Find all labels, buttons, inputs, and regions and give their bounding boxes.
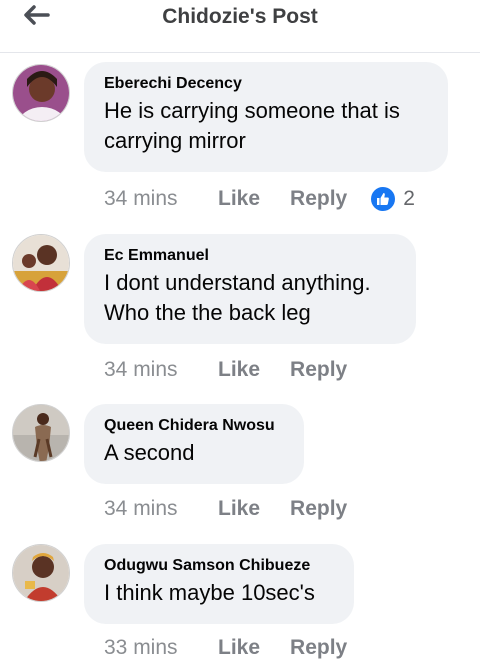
header: Chidozie's Post	[0, 0, 480, 53]
comment-bubble: Ec Emmanuel I dont understand anything. …	[84, 234, 416, 344]
commenter-name[interactable]: Eberechi Decency	[104, 74, 428, 94]
comment-text: He is carrying someone that is	[104, 98, 400, 123]
comment-text: carrying mirror	[104, 128, 246, 153]
comment-bubble: Queen Chidera Nwosu A second	[84, 404, 304, 484]
timestamp[interactable]: 34 mins	[104, 187, 218, 211]
reply-button[interactable]: Reply	[290, 636, 347, 660]
like-button[interactable]: Like	[218, 636, 260, 660]
reply-button[interactable]: Reply	[290, 187, 347, 211]
reaction-summary[interactable]: 2	[371, 187, 415, 211]
reply-button[interactable]: Reply	[290, 497, 347, 521]
comment-text: I dont understand anything.	[104, 270, 371, 295]
avatar[interactable]	[12, 64, 70, 122]
avatar[interactable]	[12, 234, 70, 292]
comment-actions: 34 mins Like Reply	[104, 494, 377, 524]
timestamp[interactable]: 34 mins	[104, 358, 218, 382]
comment-actions: 33 mins Like Reply	[104, 633, 377, 663]
comment-text: Who the the back leg	[104, 300, 311, 325]
timestamp[interactable]: 33 mins	[104, 636, 218, 660]
comment-text: A second	[104, 440, 195, 465]
comment-bubble: Odugwu Samson Chibueze I think maybe 10s…	[84, 544, 354, 624]
comment-bubble: Eberechi Decency He is carrying someone …	[84, 62, 448, 172]
like-button[interactable]: Like	[218, 497, 260, 521]
comment-text: I think maybe 10sec's	[104, 580, 315, 605]
like-button[interactable]: Like	[218, 187, 260, 211]
commenter-name[interactable]: Ec Emmanuel	[104, 246, 396, 266]
like-button[interactable]: Like	[218, 358, 260, 382]
like-reaction-icon	[371, 187, 396, 211]
comment-actions: 34 mins Like Reply	[104, 355, 377, 385]
reaction-count: 2	[403, 187, 415, 210]
reply-button[interactable]: Reply	[290, 358, 347, 382]
page-title: Chidozie's Post	[162, 5, 318, 28]
comment-actions: 34 mins Like Reply 2	[104, 184, 415, 214]
commenter-name[interactable]: Odugwu Samson Chibueze	[104, 556, 334, 576]
timestamp[interactable]: 34 mins	[104, 497, 218, 521]
avatar[interactable]	[12, 544, 70, 602]
commenter-name[interactable]: Queen Chidera Nwosu	[104, 416, 284, 436]
avatar[interactable]	[12, 404, 70, 462]
